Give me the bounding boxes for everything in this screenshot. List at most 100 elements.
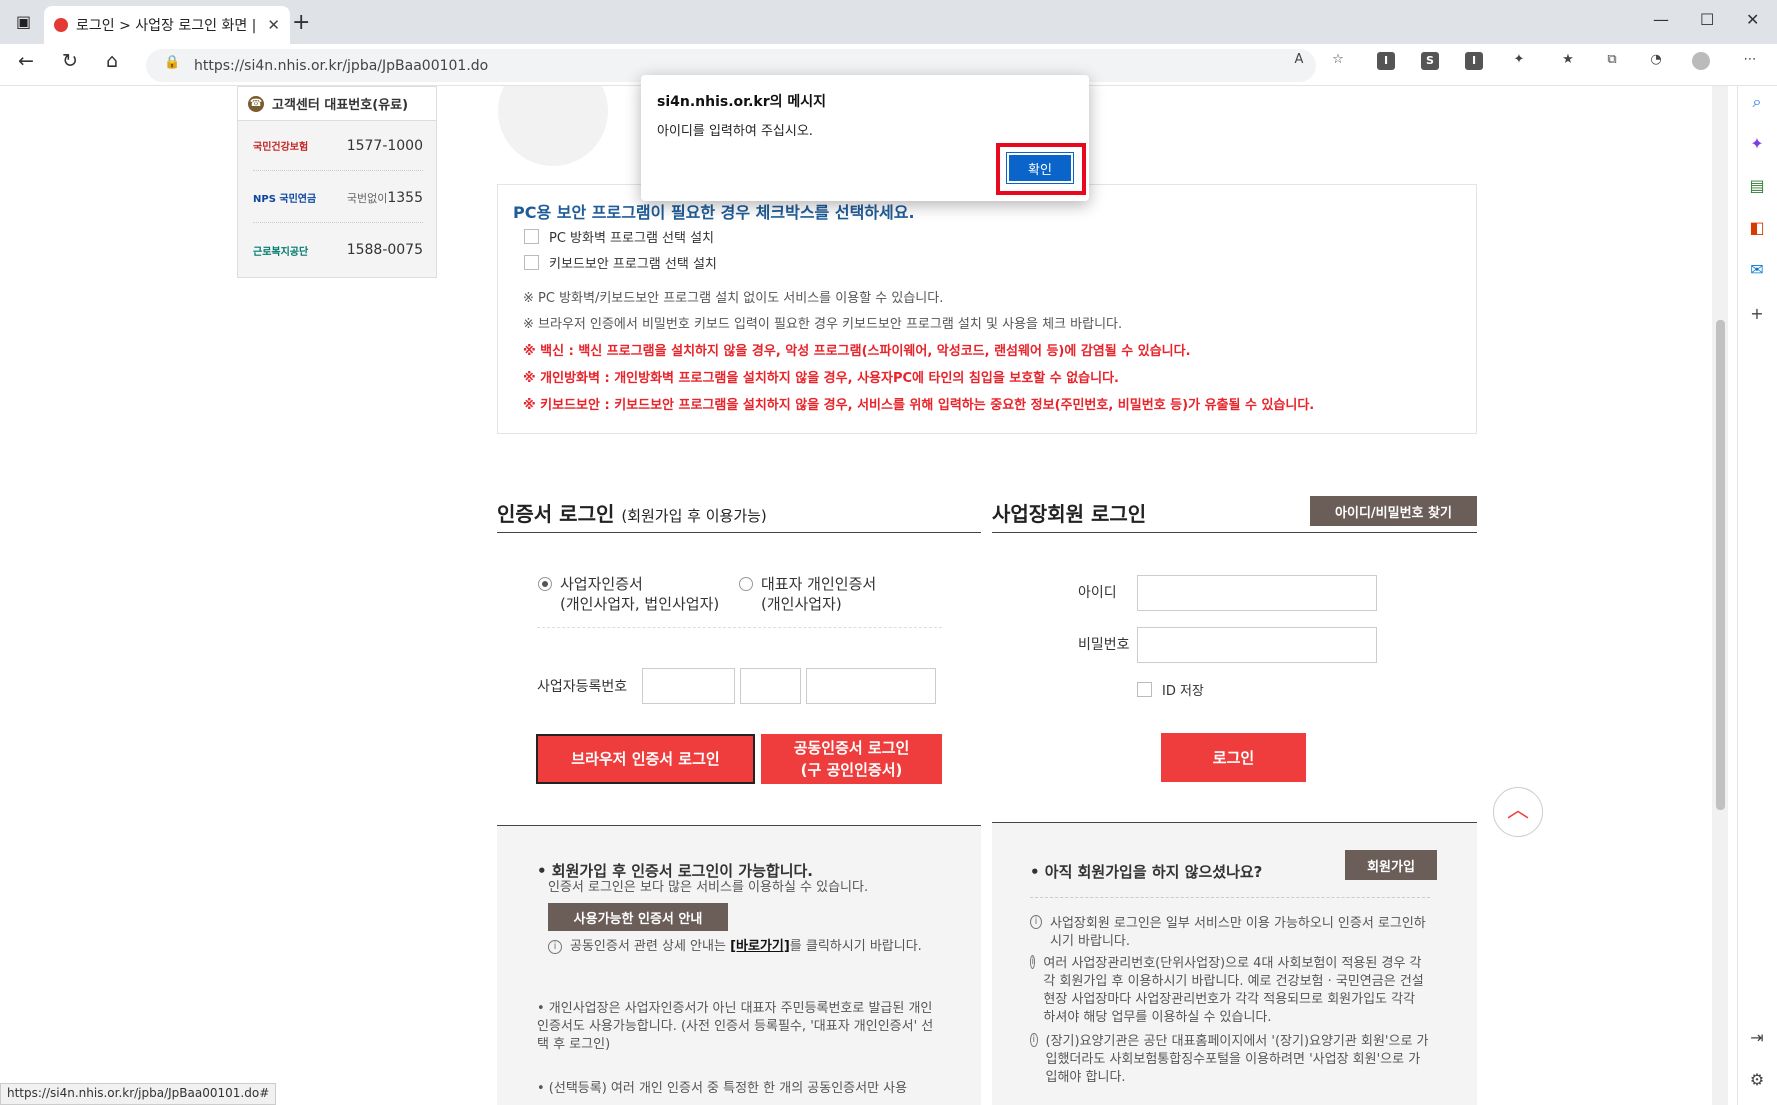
security-note: ※ PC 방화벽/키보드보안 프로그램 설치 없이도 서비스를 이용할 수 있습… [523,291,944,306]
login-button[interactable]: 로그인 [1161,733,1306,782]
minimize-icon[interactable]: — [1653,10,1669,29]
maximize-icon[interactable]: ☐ [1700,10,1714,29]
info-icon: i [1030,915,1042,929]
info-icon: i [548,939,562,954]
status-bar-url: https://si4n.nhis.or.kr/jpba/JpBaa00101.… [0,1083,277,1105]
find-id-pw-button[interactable]: 아이디/비밀번호 찾기 [1310,496,1477,526]
favorites-icon[interactable]: ★ [1559,52,1577,70]
collections-icon[interactable]: ⧉ [1603,52,1621,70]
browser-cert-login-button[interactable]: 브라우저 인증서 로그인 [536,734,755,784]
joint-cert-login-button[interactable]: 공동인증서 로그인 (구 공인인증서) [761,734,942,784]
extension-i2-icon[interactable]: I [1465,52,1483,70]
join-question: • 아직 회원가입을 하지 않으셨나요? [1030,863,1263,881]
sidebar-toggle-icon[interactable]: ▣ [16,12,31,31]
cert-info-note: • (선택등록) 여러 개인 인증서 중 특정한 한 개의 공동인증서만 사용 [537,1081,908,1096]
cs-row-comwel: 근로복지공단 1588-0075 [253,225,423,275]
radio-biz-cert[interactable]: 사업자인증서 (개인사업자, 법인사업자) [538,574,719,614]
join-note: i 사업장회원 로그인은 일부 서비스만 이용 가능하오니 인증서 로그인하시기 … [1030,915,1430,951]
info-icon: i [1030,955,1036,969]
read-aloud-icon[interactable]: A [1290,52,1308,70]
performance-icon[interactable]: ◔ [1647,52,1665,70]
join-note: i 여러 사업장관리번호(단위사업장)으로 4대 사회보험이 적용된 경우 각각 … [1030,955,1424,1025]
radio-biz-cert-dot[interactable] [538,577,552,591]
close-window-icon[interactable]: ✕ [1746,10,1759,29]
copilot-icon[interactable]: ✦ [1745,132,1769,156]
firewall-label: PC 방화벽 프로그램 선택 설치 [549,231,715,246]
url-text: https://si4n.nhis.or.kr/jpba/JpBaa00101.… [194,57,489,74]
comwel-number: 1588-0075 [346,242,423,258]
bizno-input-1[interactable] [642,668,735,704]
id-label: 아이디 [1078,585,1117,601]
extension-s-icon[interactable]: S [1421,52,1439,70]
settings-gear-icon[interactable]: ⚙ [1745,1068,1769,1092]
save-id-option[interactable]: ID 저장 [1137,680,1204,699]
keyboard-checkbox[interactable] [524,255,539,270]
nhis-number: 1577-1000 [346,137,423,154]
firewall-checkbox[interactable] [524,229,539,244]
firewall-option[interactable]: PC 방화벽 프로그램 선택 설치 [524,227,714,246]
bizno-label: 사업자등록번호 [537,679,628,695]
web-page: ☎ 고객센터 대표번호(유료) 국민건강보험 1577-1000 NPS 국민연… [0,86,1712,1105]
new-tab-icon[interactable]: + [292,10,310,35]
join-button[interactable]: 회원가입 [1345,850,1437,880]
security-title: PC용 보안 프로그램이 필요한 경우 체크박스를 선택하세요. [513,203,915,222]
nps-prefix: 국번없이 [346,191,388,205]
divider [1030,897,1430,898]
cert-info-sub: 인증서 로그인은 보다 많은 서비스를 이용하실 수 있습니다. [548,880,869,895]
phone-icon: ☎ [248,95,264,112]
divider [992,532,1477,533]
save-id-label: ID 저장 [1162,684,1204,699]
keyboard-option[interactable]: 키보드보안 프로그램 선택 설치 [524,253,717,272]
close-tab-icon[interactable]: ✕ [267,16,280,34]
home-icon[interactable]: ⌂ [106,50,118,72]
customer-center-title: ☎ 고객센터 대표번호(유료) [238,87,436,121]
dialog-message: 아이디를 입력하여 주십시오. [657,124,813,139]
scrollbar-thumb[interactable] [1716,320,1725,810]
cert-link-note: i 공동인증서 관련 상세 안내는 [바로가기]를 클릭하시기 바랍니다. [548,938,938,956]
cert-info-title: • 회원가입 후 인증서 로그인이 가능합니다. [537,862,813,880]
id-input[interactable] [1137,575,1377,611]
radio-rep-cert-dot[interactable] [739,577,753,591]
security-warning: ※ 개인방화벽 : 개인방화벽 프로그램을 설치하지 않을 경우, 사용자PC에… [523,371,1119,386]
shortcut-link[interactable]: [바로가기] [730,939,790,954]
extensions-icon[interactable]: ✦ [1510,52,1528,70]
refresh-icon[interactable]: ↻ [62,50,78,72]
cert-login-title: 인증서 로그인 (회원가입 후 이용가능) [497,502,767,526]
nhis-logo: 국민건강보험 [253,142,309,153]
bizno-input-3[interactable] [806,668,936,704]
site-favicon-icon [54,18,68,32]
shopping-icon[interactable]: ▤ [1745,174,1769,198]
cert-info-note: • 개인사업장은 사업자인증서가 아닌 대표자 주민등록번호로 발급된 개인인증… [537,1001,934,1052]
outlook-icon[interactable]: ✉ [1745,258,1769,282]
security-note: ※ 브라우저 인증에서 비밀번호 키보드 입력이 필요한 경우 키보드보안 프로… [523,317,1123,332]
hide-panel-icon[interactable]: ⇥ [1745,1026,1769,1050]
password-input[interactable] [1137,627,1377,663]
favorite-add-icon[interactable]: ☆ [1329,52,1347,70]
browser-tab[interactable]: 로그인 > 사업장 로그인 화면 | h ✕ [44,6,290,44]
customer-center-box: ☎ 고객센터 대표번호(유료) 국민건강보험 1577-1000 NPS 국민연… [237,86,437,278]
cert-info-box: • 회원가입 후 인증서 로그인이 가능합니다. 인증서 로그인은 보다 많은 … [497,826,981,1105]
scroll-top-button[interactable]: ︿ [1493,787,1543,837]
dialog-ok-button[interactable]: 확인 [1006,152,1074,184]
profile-avatar[interactable] [1692,52,1710,70]
more-menu-icon[interactable]: ⋯ [1741,52,1759,70]
office-icon[interactable]: ◧ [1745,216,1769,240]
cert-login-subtitle: (회원가입 후 이용가능) [621,507,767,525]
radio-rep-cert[interactable]: 대표자 개인인증서 (개인사업자) [739,574,876,614]
info-icon: i [1030,1033,1038,1047]
tab-title: 로그인 > 사업장 로그인 화면 | h [76,18,260,34]
add-tool-icon[interactable]: + [1745,302,1769,326]
save-id-checkbox[interactable] [1137,682,1152,697]
header-illustration [498,86,608,166]
lock-icon[interactable]: 🔒 [164,55,180,70]
extension-i-icon[interactable]: I [1377,52,1395,70]
cs-row-nhis: 국민건강보험 1577-1000 [253,121,423,171]
comwel-logo: 근로복지공단 [253,246,309,258]
back-icon[interactable]: ← [18,50,34,72]
search-icon[interactable]: ⌕ [1745,90,1769,114]
cert-guide-button[interactable]: 사용가능한 인증서 안내 [548,903,728,931]
join-note: i (장기)요양기관은 공단 대표홈페이지에서 '(장기)요양기관 회원'으로 가… [1030,1033,1430,1087]
nps-logo: NPS 국민연금 [253,194,317,205]
member-login-title: 사업장회원 로그인 [992,502,1147,526]
bizno-input-2[interactable] [740,668,801,704]
